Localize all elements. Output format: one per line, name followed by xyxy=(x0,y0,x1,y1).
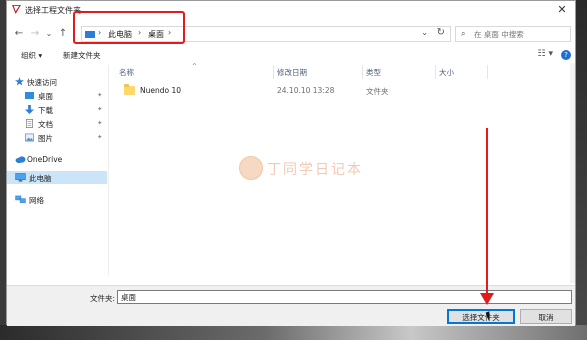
item-modified: 24.10.10 13:28 xyxy=(277,86,335,95)
sidebar-item-label: 快速访问 xyxy=(27,78,57,87)
item-name: Nuendo 10 xyxy=(140,86,182,95)
annotation-arrow-line xyxy=(486,128,488,296)
column-divider[interactable] xyxy=(362,65,363,79)
watermark-mascot-icon xyxy=(239,156,263,180)
sidebar-item-desktop[interactable]: 桌面 ✦ xyxy=(7,89,107,102)
document-icon xyxy=(25,119,34,128)
column-header-name[interactable]: 名称 xyxy=(119,67,134,78)
desktop-background-bottom xyxy=(0,325,587,340)
sidebar-item-label: 网络 xyxy=(29,196,44,205)
help-icon[interactable]: ? xyxy=(561,50,571,60)
sidebar-item-label: OneDrive xyxy=(27,155,63,164)
watermark-text: 丁同学日记本 xyxy=(267,162,363,178)
download-icon xyxy=(25,105,34,114)
folder-label: 文件夹: xyxy=(90,294,116,303)
sidebar-item-this-pc[interactable]: 此电脑 xyxy=(7,171,107,184)
chevron-down-icon[interactable]: ⌄ xyxy=(421,28,428,37)
select-folder-dialog: 选择工程文件夹 ✕ ← → ⌄ ↑ › 此电脑 › 桌面 › ⌄ ↻ ⌕ 组织 … xyxy=(6,0,576,326)
vertical-scrollbar[interactable] xyxy=(570,63,575,283)
item-type: 文件夹 xyxy=(366,87,389,96)
star-icon xyxy=(15,77,24,86)
sidebar-item-label: 此电脑 xyxy=(29,174,52,183)
cloud-icon xyxy=(15,156,26,164)
sidebar-item-documents[interactable]: 文档 ✦ xyxy=(7,117,107,130)
command-toolbar: 组织 ▾ 新建文件夹 ☷ ▾ ? xyxy=(7,47,575,63)
select-folder-button[interactable]: 选择文件夹 xyxy=(447,309,515,324)
sidebar-item-label: 文档 xyxy=(38,120,53,129)
forward-arrow-icon[interactable]: → xyxy=(29,27,41,41)
annotation-highlight-box xyxy=(73,11,185,44)
app-icon xyxy=(12,5,21,14)
pin-icon: ✦ xyxy=(97,119,103,127)
sidebar-item-onedrive[interactable]: OneDrive xyxy=(7,153,107,166)
computer-icon xyxy=(15,173,26,182)
list-item[interactable]: Nuendo 10 24.10.10 13:28 文件夹 xyxy=(114,83,564,98)
organize-menu[interactable]: 组织 ▾ xyxy=(21,50,42,61)
pin-icon: ✦ xyxy=(97,133,103,141)
up-arrow-icon[interactable]: ↑ xyxy=(57,27,69,41)
search-box[interactable]: ⌕ xyxy=(455,26,571,42)
sidebar-item-downloads[interactable]: 下载 ✦ xyxy=(7,103,107,116)
folder-name-input[interactable] xyxy=(117,290,572,304)
refresh-icon[interactable]: ↻ xyxy=(437,27,445,38)
column-header-size[interactable]: 大小 xyxy=(439,67,454,78)
search-icon: ⌕ xyxy=(461,29,466,38)
sidebar-item-pictures[interactable]: 图片 ✦ xyxy=(7,131,107,144)
navigation-pane: 快速访问 桌面 ✦ 下载 ✦ 文档 ✦ 图片 ✦ OneDrive 此电脑 网络 xyxy=(7,67,107,267)
annotation-arrow-head xyxy=(480,293,494,305)
folder-icon xyxy=(124,84,135,95)
pane-divider xyxy=(108,65,109,275)
sort-ascending-icon: ^ xyxy=(192,63,198,70)
column-divider[interactable] xyxy=(487,65,488,79)
network-icon xyxy=(15,195,26,203)
sidebar-item-label: 下载 xyxy=(38,106,53,115)
recent-locations-icon[interactable]: ⌄ xyxy=(43,27,55,41)
close-button[interactable]: ✕ xyxy=(555,3,569,17)
watermark: 丁同学日记本 xyxy=(239,156,369,184)
column-divider[interactable] xyxy=(435,65,436,79)
desktop-icon xyxy=(25,92,34,99)
column-header-type[interactable]: 类型 xyxy=(366,67,381,78)
search-input[interactable] xyxy=(474,28,566,40)
view-options-icon[interactable]: ☷ ▾ xyxy=(538,49,553,59)
back-arrow-icon[interactable]: ← xyxy=(13,27,25,41)
sidebar-item-quick-access[interactable]: 快速访问 xyxy=(7,75,107,88)
picture-icon xyxy=(25,133,34,142)
desktop-background-right xyxy=(575,0,587,340)
pin-icon: ✦ xyxy=(97,105,103,113)
new-folder-button[interactable]: 新建文件夹 xyxy=(63,50,101,61)
pin-icon: ✦ xyxy=(97,91,103,99)
column-divider[interactable] xyxy=(273,65,274,79)
cancel-button[interactable]: 取消 xyxy=(520,309,572,324)
sidebar-item-network[interactable]: 网络 xyxy=(7,193,107,206)
sidebar-item-label: 图片 xyxy=(38,134,53,143)
sidebar-item-label: 桌面 xyxy=(38,92,53,101)
column-header-modified[interactable]: 修改日期 xyxy=(277,67,307,78)
